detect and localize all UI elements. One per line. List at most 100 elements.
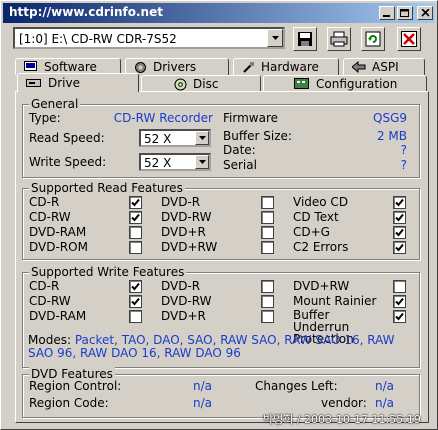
configuration-icon xyxy=(294,78,310,90)
exit-button[interactable] xyxy=(397,27,421,51)
feature-checkbox[interactable] xyxy=(393,241,406,254)
feature-label: CD-R xyxy=(29,279,60,293)
refresh-button[interactable] xyxy=(361,27,385,51)
feature-checkbox[interactable] xyxy=(129,295,142,308)
changes-left-value: n/a xyxy=(375,379,395,393)
write-speed-select[interactable]: 52 X xyxy=(139,153,211,171)
feature-checkbox[interactable] xyxy=(261,280,274,293)
feature-checkbox[interactable] xyxy=(129,241,142,254)
drive-panel: General Type: CD-RW Recorder Firmware QS… xyxy=(15,91,429,423)
checkmark-icon xyxy=(131,297,140,306)
feature-checkbox[interactable] xyxy=(393,211,406,224)
type-value: CD-RW Recorder xyxy=(113,111,213,125)
checkmark-icon xyxy=(395,297,404,306)
read-speed-value: 52 X xyxy=(144,132,172,146)
feature-label: DVD-RAM xyxy=(29,309,87,323)
region-code-value: n/a xyxy=(193,396,213,410)
drive-select-value: [1:0] E:\ CD-RW CDR-7S52 xyxy=(19,32,177,46)
close-icon xyxy=(420,9,430,17)
feature-checkbox[interactable] xyxy=(393,226,406,239)
drive-select[interactable]: [1:0] E:\ CD-RW CDR-7S52 xyxy=(13,27,285,49)
write-speed-value: 52 X xyxy=(144,156,172,170)
checkmark-icon xyxy=(131,213,140,222)
save-button[interactable] xyxy=(293,27,317,51)
minimize-button[interactable] xyxy=(379,6,395,20)
date-label: Date: xyxy=(223,143,256,157)
chevron-down-icon[interactable] xyxy=(195,155,209,169)
buffer-size-value: 2 MB xyxy=(376,129,407,143)
feature-checkbox[interactable] xyxy=(393,196,406,209)
feature-label: CD+G xyxy=(293,225,330,239)
tab-disc[interactable]: Disc xyxy=(141,75,261,92)
feature-checkbox[interactable] xyxy=(129,196,142,209)
vendor-label: vendor: xyxy=(321,396,367,410)
close-button[interactable] xyxy=(417,6,433,20)
modes-label: Modes: xyxy=(28,333,71,347)
tab-configuration[interactable]: Configuration xyxy=(263,75,427,92)
app-window: http://www.cdrinfo.net [1:0] E:\ CD-RW C… xyxy=(0,0,438,430)
region-code-label: Region Code: xyxy=(29,396,109,410)
feature-checkbox[interactable] xyxy=(393,310,406,323)
region-control-label: Region Control: xyxy=(29,379,122,393)
feature-checkbox[interactable] xyxy=(129,280,142,293)
chevron-down-icon[interactable] xyxy=(195,131,209,145)
firmware-value: QSG9 xyxy=(373,111,407,125)
window-title: http://www.cdrinfo.net xyxy=(9,5,163,19)
feature-checkbox[interactable] xyxy=(393,280,406,293)
general-group-title: General xyxy=(29,97,81,111)
tab-drivers[interactable]: Drivers xyxy=(125,58,229,75)
feature-checkbox[interactable] xyxy=(261,310,274,323)
aspi-icon xyxy=(352,61,366,73)
feature-checkbox[interactable] xyxy=(129,310,142,323)
read-speed-select[interactable]: 52 X xyxy=(139,129,211,147)
drive-toolbar: [1:0] E:\ CD-RW CDR-7S52 xyxy=(9,27,433,53)
feature-checkbox[interactable] xyxy=(261,295,274,308)
feature-label: DVD-RAM xyxy=(29,225,87,239)
maximize-icon xyxy=(400,8,409,17)
firmware-label: Firmware xyxy=(223,111,278,125)
tab-drive[interactable]: Drive xyxy=(17,73,139,92)
refresh-icon xyxy=(365,31,381,47)
vendor-value: n/a xyxy=(375,396,395,410)
title-bar[interactable]: http://www.cdrinfo.net xyxy=(3,3,435,23)
changes-left-label: Changes Left: xyxy=(255,379,338,393)
region-control-value: n/a xyxy=(193,379,213,393)
buffer-size-label: Buffer Size: xyxy=(223,129,292,143)
feature-checkbox[interactable] xyxy=(393,295,406,308)
feature-label: DVD-R xyxy=(161,195,201,209)
tab-hardware[interactable]: Hardware xyxy=(233,58,339,75)
feature-label: DVD+RW xyxy=(293,279,350,293)
feature-label: DVD-RW xyxy=(161,294,212,308)
tab-aspi[interactable]: ASPI xyxy=(343,58,425,75)
chevron-down-icon[interactable] xyxy=(267,29,283,47)
read-features-title: Supported Read Features xyxy=(29,181,185,195)
feature-label: Mount Rainier xyxy=(293,294,377,308)
print-button[interactable] xyxy=(327,27,351,51)
tab-software-label: Software xyxy=(44,60,97,74)
feature-checkbox[interactable] xyxy=(261,211,274,224)
feature-checkbox[interactable] xyxy=(129,211,142,224)
serial-value: ? xyxy=(400,158,407,172)
feature-label: DVD-ROM xyxy=(29,240,88,254)
printer-icon xyxy=(330,31,348,47)
feature-label: DVD-R xyxy=(161,279,201,293)
write-modes: Modes: Packet, TAO, DAO, SAO, RAW SAO, R… xyxy=(28,334,418,360)
feature-checkbox[interactable] xyxy=(129,226,142,239)
feature-label: DVD+RW xyxy=(161,240,218,254)
modes-value: Packet, TAO, DAO, SAO, RAW SAO, RAW SAO … xyxy=(28,333,395,360)
feature-checkbox[interactable] xyxy=(261,241,274,254)
feature-label: DVD-RW xyxy=(161,210,212,224)
feature-label: CD-RW xyxy=(29,294,71,308)
hardware-icon xyxy=(242,61,255,74)
feature-checkbox[interactable] xyxy=(261,196,274,209)
checkmark-icon xyxy=(395,198,404,207)
software-icon xyxy=(24,61,38,73)
serial-label: Serial xyxy=(223,158,257,172)
checkmark-icon xyxy=(131,198,140,207)
tab-drive-label: Drive xyxy=(48,76,80,90)
checkmark-icon xyxy=(395,228,404,237)
checkmark-icon xyxy=(395,312,404,321)
date-value: ? xyxy=(400,143,407,157)
feature-checkbox[interactable] xyxy=(261,226,274,239)
maximize-button[interactable] xyxy=(397,6,413,20)
